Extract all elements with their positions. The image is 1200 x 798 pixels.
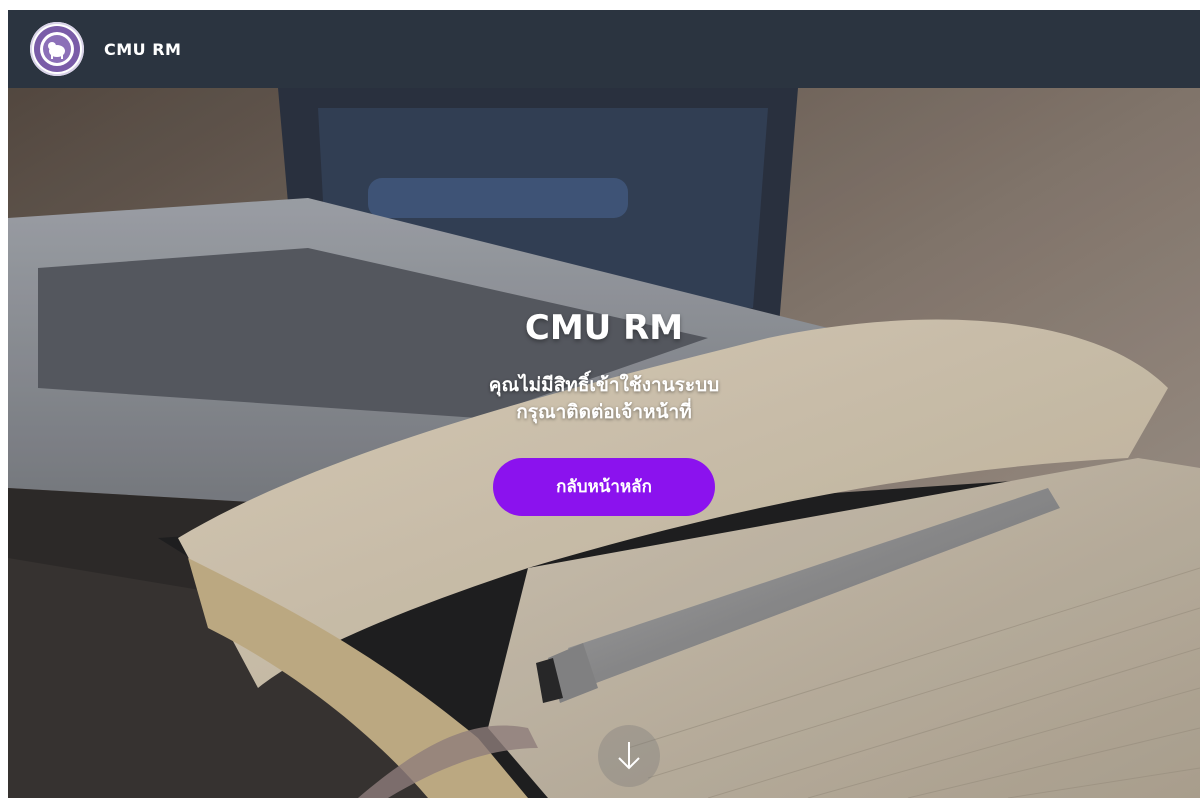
- seal-graphic: [34, 26, 80, 72]
- arrow-down-icon: [618, 742, 640, 770]
- message-line-2: กรุณาติดต่อเจ้าหน้าที่: [516, 401, 692, 423]
- message-line-1: คุณไม่มีสิทธิ์เข้าใช้งานระบบ: [488, 374, 720, 396]
- page-title: CMU RM: [524, 308, 684, 348]
- access-denied-message: คุณไม่มีสิทธิ์เข้าใช้งานระบบ กรุณาติดต่อ…: [8, 372, 1200, 426]
- brand-name[interactable]: CMU RM: [104, 40, 181, 59]
- page-frame: CMU RM CMU RM คุณไม่มีสิทธิ์เข้าใช้งานระ…: [8, 10, 1200, 798]
- hero-content: CMU RM คุณไม่มีสิทธิ์เข้าใช้งานระบบ กรุณ…: [8, 308, 1200, 516]
- cmu-seal-icon[interactable]: [30, 22, 84, 76]
- hero-section: CMU RM คุณไม่มีสิทธิ์เข้าใช้งานระบบ กรุณ…: [8, 88, 1200, 798]
- back-home-button[interactable]: กลับหน้าหลัก: [493, 458, 715, 516]
- scroll-down-button[interactable]: [598, 725, 660, 787]
- top-navbar: CMU RM: [8, 10, 1200, 88]
